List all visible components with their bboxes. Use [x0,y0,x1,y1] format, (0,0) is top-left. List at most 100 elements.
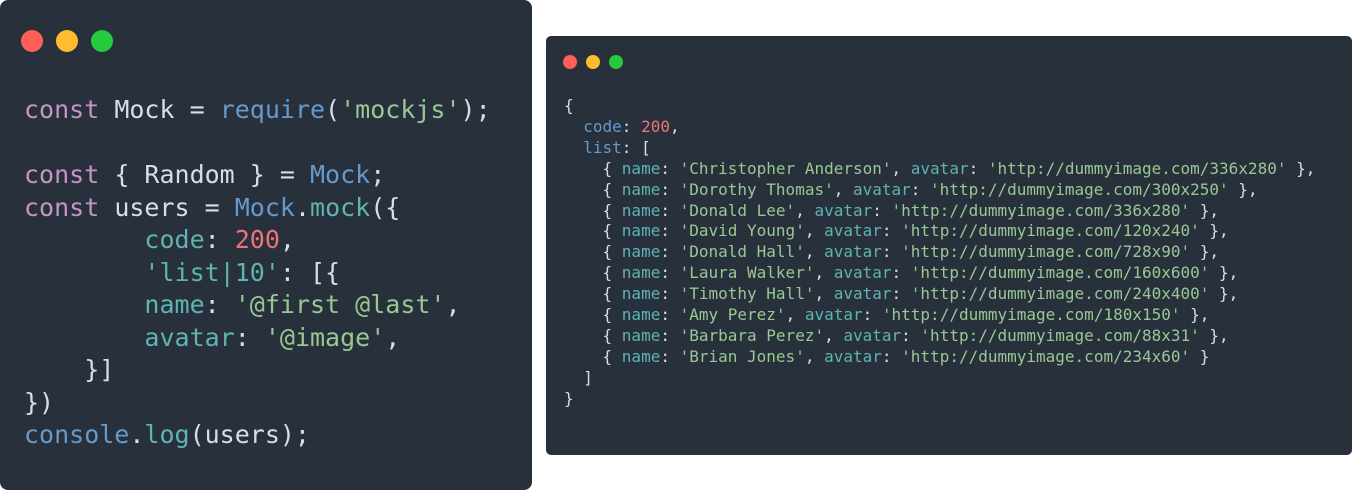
code-token: avatar [144,322,235,352]
code-token: (users); [189,420,310,449]
code-token: name [621,200,661,220]
code-token: , [385,322,401,352]
code-token: avatar [852,179,911,199]
code-token: . [129,420,145,449]
code-token: '@first @last' [234,290,446,319]
code-token: name [621,305,661,325]
code-token: 200 [234,225,280,254]
code-line: { [564,96,1344,117]
code-token: : [660,200,680,220]
code-line: const { Random } = Mock; [24,159,524,192]
code-token: ); [460,95,491,124]
code-token: ] [564,367,593,387]
close-dot-icon [563,55,577,69]
code-token: 'Donald Hall' [679,242,805,262]
code-token: avatar [843,325,902,345]
code-token: name [144,290,205,319]
code-token: name [621,179,661,199]
code-token: , [445,290,461,319]
minimize-dot-icon [586,55,600,69]
code-token: }, [1199,325,1229,345]
code-line: { name: 'Amy Perez', avatar: 'http://dum… [564,305,1344,326]
code-token: : [968,158,988,178]
code-token: avatar [824,221,882,241]
code-token: , [279,225,295,254]
code-token: : [660,325,680,345]
code-token: , [804,221,825,241]
code-token: avatar [824,242,882,262]
code-token: }, [1199,221,1229,241]
code-token: }, [1190,200,1220,220]
code-token: , [785,305,805,325]
code-token: { [564,221,622,241]
code-token: Mock [234,192,295,222]
code-token: , [795,200,815,220]
code-token: const [24,95,100,124]
code-token: { [564,346,622,366]
code-token: const [24,192,100,222]
code-token: , [833,179,853,199]
code-token: , [804,346,825,366]
code-token: const [24,160,100,189]
code-token: avatar [910,158,969,178]
code-token: 'http://dummyimage.com/120x240' [901,221,1200,241]
code-token: { [564,242,622,262]
code-line: code: 200, [24,224,524,257]
code-line: { name: 'Barbara Perez', avatar: 'http:/… [564,326,1344,347]
code-token: code [144,225,205,254]
code-token: name [621,263,661,283]
code-line: const users = Mock.mock({ [24,192,524,225]
code-token: 'Brian Jones' [679,346,805,366]
code-token: { [564,96,574,115]
code-token: 'Donald Lee' [679,200,796,220]
code-token: 'http://dummyimage.com/300x250' [930,179,1229,199]
code-token: : [234,322,265,352]
code-token: ( [325,95,341,124]
code-token: : [910,179,931,199]
code-token: , [669,116,680,136]
code-token: 'list|10' [144,257,280,287]
code-line: name: '@first @last', [24,289,524,322]
code-token: : [901,325,921,345]
window-controls [21,30,113,52]
code-token: : [891,263,911,283]
code-token: }, [1180,305,1210,325]
code-token: }, [1190,242,1220,262]
code-token: code [583,116,622,136]
code-line: { name: 'Brian Jones', avatar: 'http://d… [564,347,1344,368]
code-line: { name: 'Timothy Hall', avatar: 'http://… [564,284,1344,305]
code-token: name [621,221,661,241]
code-line: { name: 'Donald Hall', avatar: 'http://d… [564,242,1344,263]
output-code-block: { code: 200, list: [ { name: 'Christophe… [564,96,1344,410]
code-token: avatar [804,305,863,325]
code-token: : [881,221,902,241]
code-token: 'Dorothy Thomas' [679,179,834,199]
code-token: : [881,242,902,262]
code-token: } [1190,346,1210,366]
code-token: 'Laura Walker' [679,263,815,283]
code-token: : [660,158,680,178]
code-line: list: [ [564,138,1344,159]
code-token: name [621,325,661,345]
minimize-dot-icon [56,30,78,52]
code-token: { [564,158,622,178]
code-token: : [872,200,892,220]
output-window: { code: 200, list: [ { name: 'Christophe… [546,36,1352,455]
code-token: 'http://dummyimage.com/180x150' [881,305,1181,325]
code-token: 'http://dummyimage.com/160x600' [910,263,1210,283]
code-token: 'http://dummyimage.com/88x31' [920,325,1200,345]
code-line: avatar: '@image', [24,322,524,355]
code-token: console [24,420,130,449]
code-token: name [621,346,661,366]
code-token: . [294,192,311,222]
code-token: , [804,242,825,262]
code-token: : [660,346,680,366]
code-token: 'http://dummyimage.com/728x90' [901,242,1191,262]
code-token: : [660,221,680,241]
